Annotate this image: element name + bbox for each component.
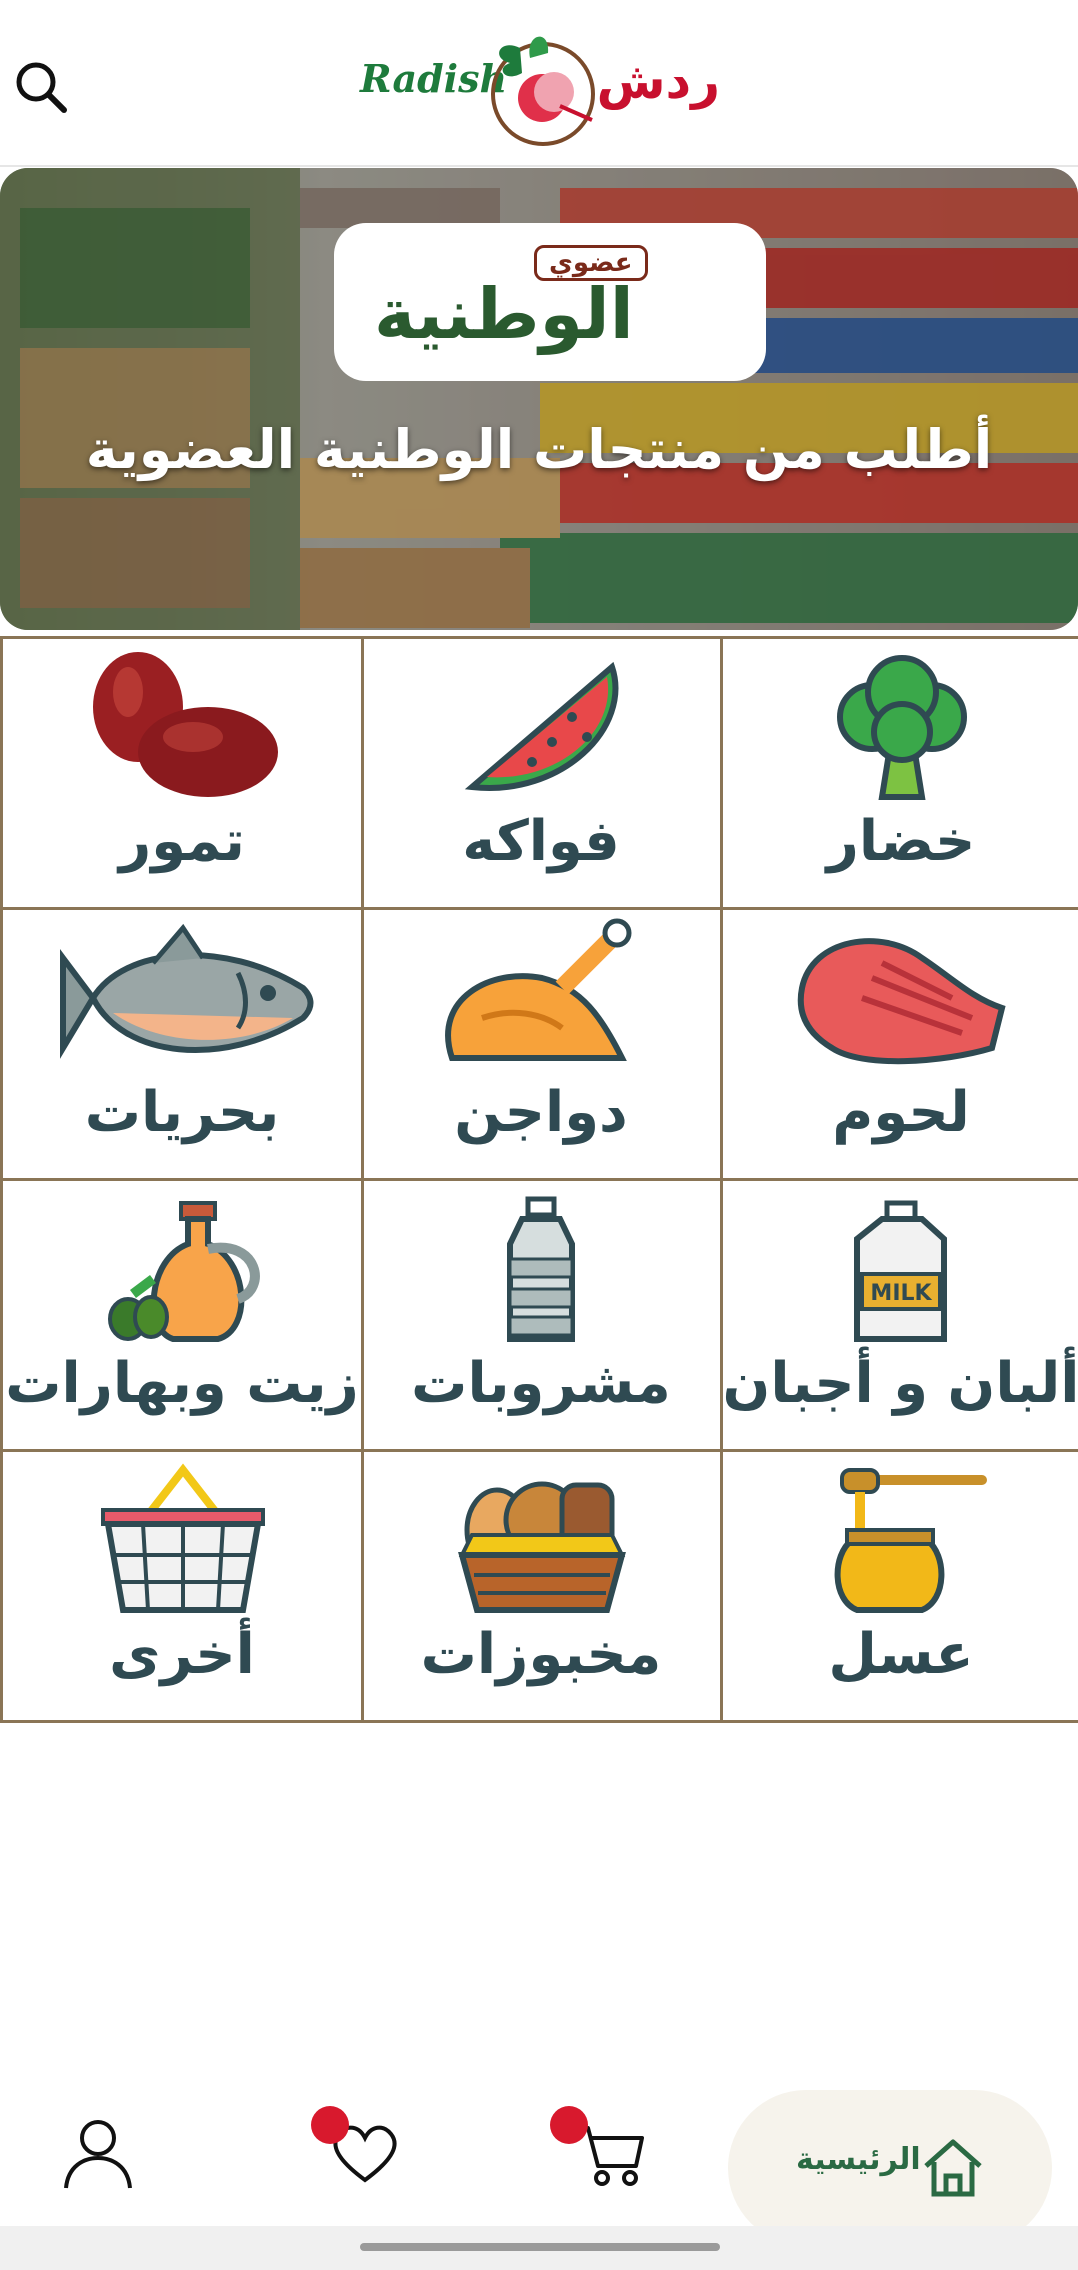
category-other[interactable]: أخرى <box>0 1449 364 1723</box>
radish-logo-icon <box>491 36 595 146</box>
category-dates[interactable]: تمور <box>0 636 364 910</box>
category-label: مشروبات <box>411 1351 671 1416</box>
bottom-navigation-bar: الرئيسية <box>0 2060 1078 2246</box>
category-label: مخبوزات <box>420 1622 662 1687</box>
category-fruits[interactable]: فواكه <box>359 636 723 910</box>
search-icon <box>16 62 67 113</box>
category-grid: خضار فواكه تمور لحوم دواجن بحريات MILK أ… <box>0 636 1078 1723</box>
nav-home-button[interactable]: الرئيسية <box>728 2090 1052 2246</box>
category-drinks[interactable]: مشروبات <box>359 1178 723 1452</box>
broccoli-icon <box>837 655 967 800</box>
oil-jar-icon <box>108 1201 260 1342</box>
top-app-bar: Radish ردش <box>0 0 1078 167</box>
category-label: زيت وبهارات <box>5 1351 359 1416</box>
category-bakery[interactable]: مخبوزات <box>359 1449 723 1723</box>
category-label: فواكه <box>462 809 620 874</box>
nav-profile-button[interactable] <box>58 2112 138 2192</box>
search-button[interactable] <box>12 58 72 118</box>
water-bottle-icon <box>507 1196 575 1342</box>
category-label: بحريات <box>84 1080 280 1145</box>
banner-title: أطلب من منتجات الوطنية العضوية <box>85 418 993 481</box>
logo-text-arabic: ردش <box>596 52 720 110</box>
app-logo: Radish ردش <box>360 28 720 150</box>
bread-basket-icon <box>458 1481 626 1613</box>
category-label: دواجن <box>454 1080 628 1145</box>
honey-jar-icon <box>834 1468 987 1613</box>
dates-icon <box>93 652 278 797</box>
nav-favorites-button[interactable] <box>311 2106 405 2190</box>
category-label: تمور <box>119 809 245 874</box>
category-oil-spices[interactable]: زيت وبهارات <box>0 1178 364 1452</box>
nav-home-label: الرئيسية <box>796 2142 921 2177</box>
favorites-badge <box>311 2106 349 2144</box>
promo-banner[interactable]: عضوي الوطنية أطلب من منتجات الوطنية العض… <box>0 168 1078 630</box>
fish-icon <box>60 923 314 1059</box>
shopping-basket-icon <box>101 1463 265 1613</box>
category-meat[interactable]: لحوم <box>719 907 1078 1181</box>
home-icon <box>924 2139 982 2197</box>
category-label: خضار <box>826 809 976 874</box>
milk-icon: MILK <box>854 1200 947 1342</box>
category-label: أخرى <box>109 1622 255 1687</box>
watermelon-icon <box>464 661 619 791</box>
category-honey[interactable]: عسل <box>719 1449 1078 1723</box>
category-vegetables[interactable]: خضار <box>719 636 1078 910</box>
brand-name: الوطنية <box>374 273 634 355</box>
category-seafood[interactable]: بحريات <box>0 907 364 1181</box>
milk-carton-text: MILK <box>870 1281 932 1306</box>
cart-badge <box>550 2106 588 2144</box>
home-indicator[interactable] <box>360 2243 720 2251</box>
category-label: عسل <box>828 1622 974 1687</box>
category-label: ألبان و أجبان <box>722 1351 1078 1416</box>
category-poultry[interactable]: دواجن <box>359 907 723 1181</box>
chicken-icon <box>445 918 632 1061</box>
steak-icon <box>797 938 1006 1065</box>
category-dairy[interactable]: MILK ألبان و أجبان <box>719 1178 1078 1452</box>
category-label: لحوم <box>832 1080 970 1145</box>
nav-cart-button[interactable] <box>550 2106 650 2190</box>
brand-logo-card: عضوي الوطنية <box>334 223 766 381</box>
user-icon <box>64 2120 132 2189</box>
